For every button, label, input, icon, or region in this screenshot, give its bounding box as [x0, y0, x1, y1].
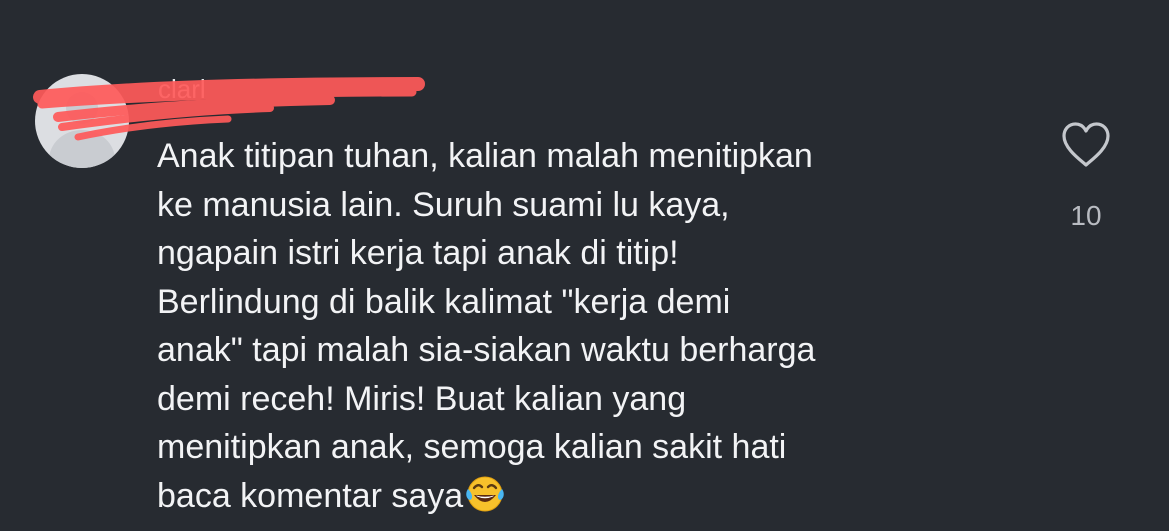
avatar-shoulders — [49, 130, 115, 168]
face-with-tears-of-joy-emoji — [465, 473, 505, 527]
like-button[interactable] — [1060, 121, 1112, 169]
comment-text-body: Anak titipan tuhan, kalian malah menitip… — [157, 137, 816, 515]
like-count: 10 — [1070, 200, 1102, 231]
comment-text: Anak titipan tuhan, kalian malah menitip… — [157, 132, 1037, 526]
user-avatar[interactable] — [35, 74, 129, 168]
avatar-head — [66, 92, 98, 124]
comment-username[interactable]: clarl — [158, 74, 206, 104]
heart-outline-icon — [1062, 122, 1110, 167]
comment-item: clarl Anak titipan tuhan, kalian malah m… — [0, 0, 1169, 531]
